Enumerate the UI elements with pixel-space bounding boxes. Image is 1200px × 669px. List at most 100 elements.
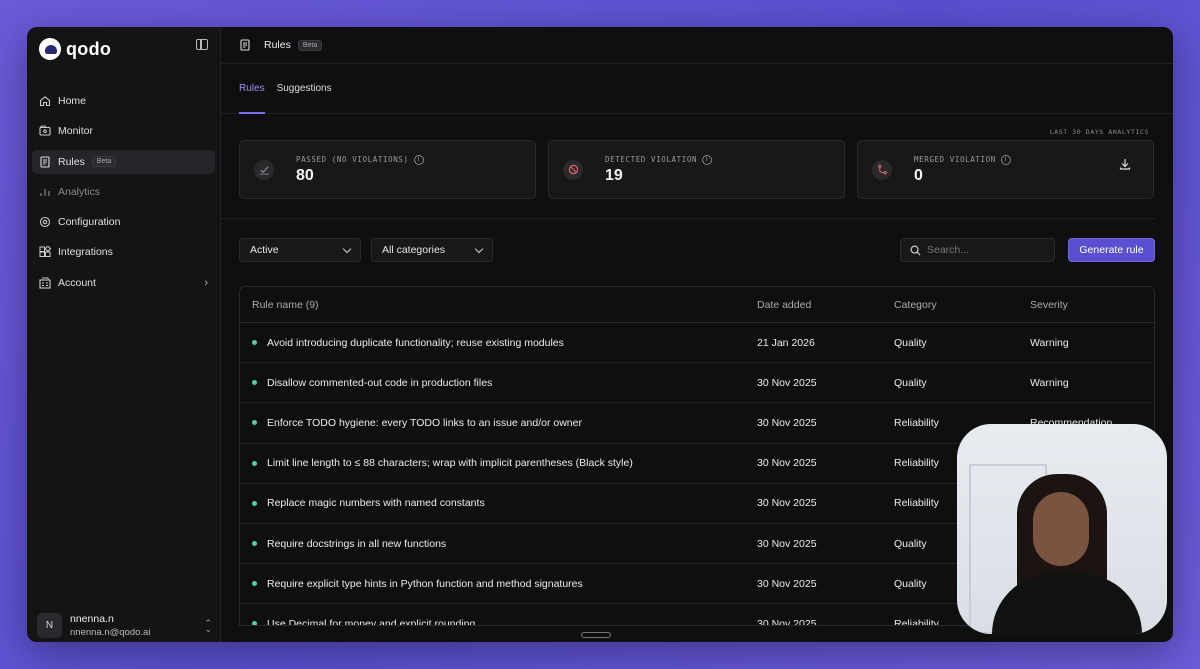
account-icon xyxy=(39,277,51,289)
merge-icon xyxy=(872,159,892,180)
column-header-severity[interactable]: Severity xyxy=(1030,299,1154,311)
sidebar-nav: Home Monitor Rules Beta Analytics Config… xyxy=(27,89,220,295)
section-divider xyxy=(221,218,1155,219)
tab-rules[interactable]: Rules xyxy=(239,64,265,114)
beta-badge: Beta xyxy=(91,156,117,168)
rule-date: 30 Nov 2025 xyxy=(757,457,817,470)
column-header-category[interactable]: Category xyxy=(894,299,1030,311)
sidebar-item-rules[interactable]: Rules Beta xyxy=(32,149,215,174)
info-icon[interactable]: i xyxy=(1000,154,1011,165)
sidebar-item-account[interactable]: Account › xyxy=(32,271,215,295)
sidebar-item-label: Configuration xyxy=(58,216,121,229)
status-filter-select[interactable]: Active xyxy=(239,238,361,262)
sidebar-item-integrations[interactable]: Integrations xyxy=(32,240,215,264)
sidebar-toggle-icon[interactable] xyxy=(196,39,208,50)
stat-label: DETECTED VIOLATION xyxy=(605,155,698,164)
rule-name: Replace magic numbers with named constan… xyxy=(267,497,485,510)
topbar: Rules Beta xyxy=(221,27,1173,64)
rule-date: 30 Nov 2025 xyxy=(757,577,817,590)
rule-date: 30 Nov 2025 xyxy=(757,497,817,510)
stat-value: 80 xyxy=(296,166,314,184)
stat-value: 19 xyxy=(605,166,623,184)
status-dot xyxy=(252,380,257,386)
rules-icon xyxy=(39,156,51,168)
sidebar-item-analytics[interactable]: Analytics xyxy=(32,180,215,204)
rule-name: Use Decimal for money and explicit round… xyxy=(267,617,476,626)
tab-suggestions[interactable]: Suggestions xyxy=(277,64,332,114)
sidebar-item-configuration[interactable]: Configuration xyxy=(32,210,215,234)
monitor-icon xyxy=(39,125,51,137)
chevron-down-icon xyxy=(342,244,352,253)
stat-label: MERGED VIOLATION xyxy=(914,155,996,164)
column-header-rule-name[interactable]: Rule name (9) xyxy=(240,299,757,311)
table-row[interactable]: Disallow commented-out code in productio… xyxy=(240,363,1154,404)
stat-label: PASSED (NO VIOLATIONS) xyxy=(296,155,409,164)
sidebar: qodo Home Monitor Rules Beta Analytics C… xyxy=(27,27,221,642)
status-dot xyxy=(252,340,257,346)
chevron-right-icon: › xyxy=(204,276,208,289)
chevron-up-down-icon[interactable]: ⌃ ⌄ xyxy=(204,618,212,633)
status-dot xyxy=(252,460,257,466)
search-icon xyxy=(910,245,921,256)
rule-date: 21 Jan 2026 xyxy=(757,336,815,349)
sidebar-item-label: Rules xyxy=(58,155,85,168)
status-dot xyxy=(252,581,257,587)
qodo-logo-icon xyxy=(39,38,61,60)
rule-category: Quality xyxy=(894,336,927,349)
table-header: Rule name (9) Date added Category Severi… xyxy=(240,287,1154,323)
integrations-icon xyxy=(39,246,51,258)
rule-date: 30 Nov 2025 xyxy=(757,416,817,429)
home-icon xyxy=(39,95,51,107)
rule-name: Disallow commented-out code in productio… xyxy=(267,376,493,389)
download-icon[interactable] xyxy=(1119,158,1131,170)
rules-icon xyxy=(239,39,251,51)
sidebar-item-label: Account xyxy=(58,276,96,289)
user-name: nnenna.n xyxy=(70,613,114,625)
rule-severity: Warning xyxy=(1030,376,1069,389)
tab-bar: Rules Suggestions xyxy=(221,64,1173,114)
scroll-handle[interactable] xyxy=(581,632,611,638)
stat-card-passed: PASSED (NO VIOLATIONS) i 80 xyxy=(239,140,536,199)
rule-date: 30 Nov 2025 xyxy=(757,376,817,389)
sidebar-item-home[interactable]: Home xyxy=(32,89,215,113)
status-dot xyxy=(252,541,257,547)
stat-card-merged: MERGED VIOLATION i 0 xyxy=(857,140,1154,199)
rule-date: 30 Nov 2025 xyxy=(757,617,817,626)
check-icon xyxy=(254,159,274,180)
info-icon[interactable]: i xyxy=(413,154,424,165)
search-box[interactable] xyxy=(900,238,1055,262)
page-title: Rules xyxy=(264,39,291,51)
rule-name: Require explicit type hints in Python fu… xyxy=(267,577,583,590)
rule-category: Quality xyxy=(894,376,927,389)
filter-bar: Active All categories xyxy=(239,238,493,262)
status-dot xyxy=(252,500,257,506)
table-row[interactable]: Avoid introducing duplicate functionalit… xyxy=(240,323,1154,364)
brand-name: qodo xyxy=(66,38,112,59)
category-filter-value: All categories xyxy=(382,244,446,256)
status-dot xyxy=(252,621,257,625)
user-menu[interactable]: N nnenna.n nnenna.n@qodo.ai ⌃ ⌄ xyxy=(37,613,212,638)
sidebar-item-monitor[interactable]: Monitor xyxy=(32,119,215,143)
user-email: nnenna.n@qodo.ai xyxy=(70,627,151,638)
sidebar-item-label: Integrations xyxy=(58,246,113,259)
rule-date: 30 Nov 2025 xyxy=(757,537,817,550)
search-input[interactable] xyxy=(927,244,1037,256)
brand[interactable]: qodo xyxy=(27,27,220,63)
analytics-period-label: LAST 30 DAYS ANALYTICS xyxy=(1049,128,1149,136)
beta-badge: Beta xyxy=(297,39,323,51)
analytics-icon xyxy=(39,186,51,198)
rule-name: Limit line length to ≤ 88 characters; wr… xyxy=(267,457,633,470)
ban-icon xyxy=(563,159,583,180)
column-header-date[interactable]: Date added xyxy=(757,299,894,311)
stat-card-detected: DETECTED VIOLATION i 19 xyxy=(548,140,845,199)
category-filter-select[interactable]: All categories xyxy=(371,238,493,262)
info-icon[interactable]: i xyxy=(702,154,713,165)
stat-value: 0 xyxy=(914,166,923,184)
status-filter-value: Active xyxy=(250,244,279,256)
sidebar-item-label: Monitor xyxy=(58,125,94,138)
rule-name: Require docstrings in all new functions xyxy=(267,537,447,550)
generate-rule-button[interactable]: Generate rule xyxy=(1068,238,1155,262)
rule-name: Avoid introducing duplicate functionalit… xyxy=(267,336,564,349)
status-dot xyxy=(252,420,257,426)
webcam-overlay xyxy=(957,424,1167,634)
